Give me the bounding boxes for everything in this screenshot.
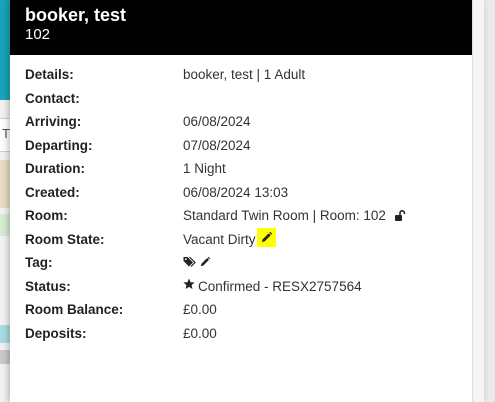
background-card (0, 350, 10, 364)
detail-label: Status: (25, 278, 71, 294)
detail-row-duration: Duration: 1 Night (10, 157, 484, 181)
detail-label: Room Balance: (25, 302, 124, 317)
tags-icon[interactable] (183, 252, 196, 276)
detail-row-room-balance: Room Balance: £0.00 (10, 298, 484, 322)
detail-label: Room: (25, 208, 68, 223)
scrollbar[interactable] (472, 0, 484, 402)
detail-value: 07/08/2024 (183, 137, 251, 153)
background-card (0, 214, 10, 236)
detail-value: 06/08/2024 13:03 (183, 184, 289, 200)
detail-row-arriving: Arriving: 06/08/2024 (10, 110, 484, 134)
details-list: Details: booker, test | 1 Adult Contact:… (10, 55, 484, 345)
background-header-block (0, 0, 10, 100)
unlock-icon[interactable] (394, 205, 406, 229)
detail-label: Arriving: (25, 114, 82, 129)
background-input: T (0, 118, 10, 152)
detail-value: 1 Night (183, 161, 226, 176)
room-number: 102 (25, 26, 51, 43)
room-state-value: Vacant Dirty (183, 231, 256, 247)
detail-row-tag: Tag: (10, 251, 484, 275)
detail-value-wrap: Standard Twin Room | Room: 102 (183, 204, 406, 228)
detail-value: 06/08/2024 (183, 114, 251, 129)
detail-value-wrap: Confirmed - RESX2757564 (183, 275, 362, 299)
detail-label: Created: (25, 184, 80, 200)
detail-label: Departing: (25, 137, 93, 153)
detail-value-wrap: Vacant Dirty (183, 228, 276, 252)
status-value: Confirmed - RESX2757564 (198, 278, 362, 294)
detail-row-room: Room: Standard Twin Room | Room: 102 (10, 204, 484, 228)
detail-value: £0.00 (183, 325, 217, 341)
detail-row-status: Status: Confirmed - RESX2757564 (10, 275, 484, 299)
background-card (0, 160, 10, 208)
detail-row-room-state: Room State: Vacant Dirty (10, 228, 484, 252)
background-card (0, 325, 10, 343)
detail-label: Tag: (25, 255, 53, 270)
panel-header: booker, test 102 (10, 0, 484, 55)
star-icon (183, 274, 195, 298)
detail-row-deposits: Deposits: £0.00 (10, 322, 484, 346)
guest-name: booker, test (25, 5, 127, 25)
detail-label: Deposits: (25, 325, 87, 341)
booking-detail-panel: booker, test 102 Details: booker, test |… (10, 0, 484, 402)
detail-label: Details: (25, 67, 74, 82)
detail-value: booker, test | 1 Adult (183, 67, 306, 82)
background-app: T (0, 0, 10, 402)
edit-tag-pencil-icon[interactable] (199, 252, 211, 276)
detail-label: Duration: (25, 161, 85, 176)
background-input-text: T (2, 126, 10, 141)
detail-row-details: Details: booker, test | 1 Adult (10, 63, 484, 87)
detail-value-wrap (183, 251, 211, 275)
detail-value: £0.00 (183, 302, 217, 317)
detail-row-created: Created: 06/08/2024 13:03 (10, 181, 484, 205)
detail-label: Room State: (25, 231, 105, 247)
edit-room-state-button[interactable] (256, 228, 276, 248)
pencil-icon (261, 232, 272, 243)
detail-row-departing: Departing: 07/08/2024 (10, 134, 484, 158)
detail-row-contact: Contact: (10, 87, 484, 111)
room-value: Standard Twin Room | Room: 102 (183, 208, 386, 223)
detail-label: Contact: (25, 90, 80, 106)
